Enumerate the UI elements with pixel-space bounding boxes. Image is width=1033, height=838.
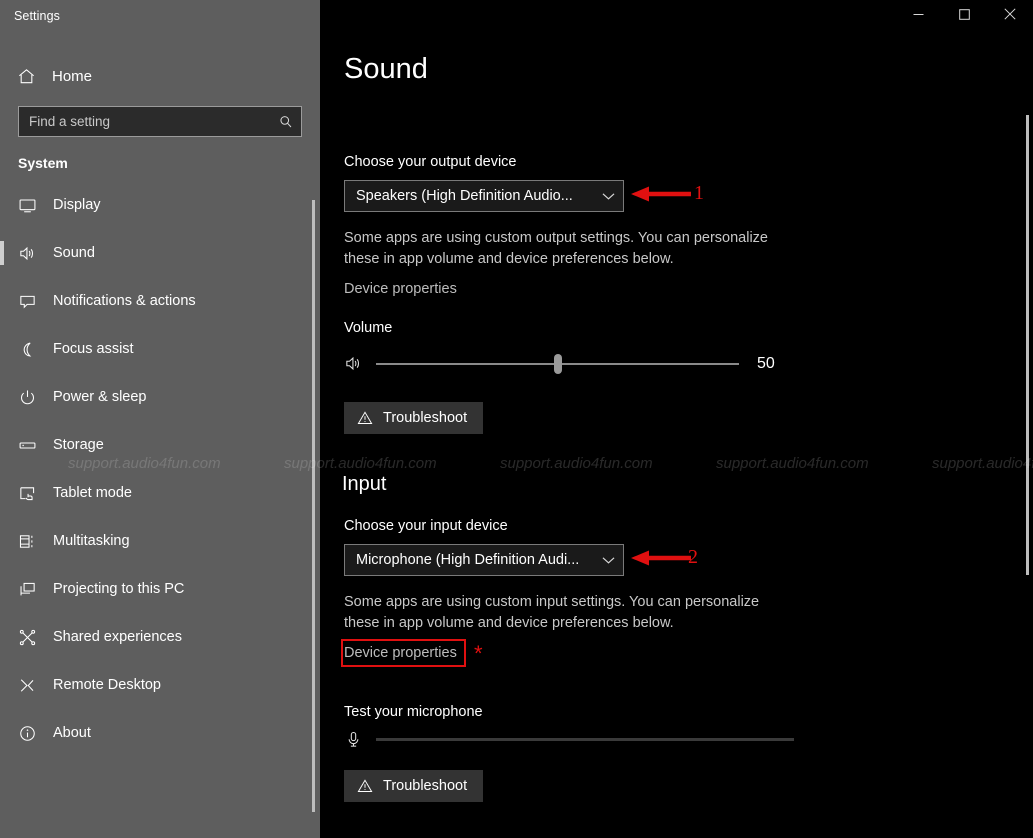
sidebar-item-sound[interactable]: Sound — [0, 229, 320, 277]
output-description: Some apps are using custom output settin… — [344, 230, 768, 267]
sidebar-item-power-sleep[interactable]: Power & sleep — [0, 373, 320, 421]
drive-icon — [18, 436, 44, 455]
sidebar-item-storage-label: Storage — [53, 437, 104, 453]
page-title: Sound — [344, 53, 428, 85]
sidebar-item-focus-assist-label: Focus assist — [53, 341, 134, 357]
sidebar-item-tablet-mode[interactable]: Tablet mode — [0, 469, 320, 517]
sidebar-item-home[interactable]: Home — [0, 56, 320, 96]
titlebar: Settings — [0, 0, 320, 32]
sidebar-item-display-label: Display — [53, 197, 101, 213]
sidebar-item-about[interactable]: About — [0, 709, 320, 757]
sidebar-item-remote-desktop[interactable]: Remote Desktop — [0, 661, 320, 709]
sidebar-item-notifications-label: Notifications & actions — [53, 293, 196, 309]
settings-window: Settings Home System — [0, 0, 1033, 838]
sidebar-item-projecting-label: Projecting to this PC — [53, 581, 185, 597]
sidebar-nav-list: Display Sound Notifications & actions Fo… — [0, 181, 320, 757]
sidebar-item-notifications[interactable]: Notifications & actions — [0, 277, 320, 325]
chat-bubble-icon — [18, 292, 44, 311]
close-button[interactable] — [987, 0, 1033, 32]
search-icon[interactable] — [271, 107, 301, 136]
sidebar-item-projecting[interactable]: Projecting to this PC — [0, 565, 320, 613]
sidebar: Settings Home System — [0, 0, 320, 838]
output-device-value: Speakers (High Definition Audio... — [356, 188, 573, 204]
input-description: Some apps are using custom input setting… — [344, 594, 760, 631]
window-title: Settings — [14, 9, 60, 23]
home-icon — [17, 67, 47, 86]
chevron-down-icon — [602, 192, 615, 201]
output-troubleshoot-button[interactable]: Troubleshoot — [344, 402, 484, 434]
callout-arrow-1 — [630, 186, 692, 207]
volume-slider-row: 50 — [344, 353, 789, 374]
input-device-label: Choose your input device — [344, 518, 508, 534]
sidebar-item-about-label: About — [53, 725, 91, 741]
speaker-icon — [344, 354, 370, 373]
main-content: Sound Choose your output device Speakers… — [320, 0, 1033, 838]
sidebar-item-focus-assist[interactable]: Focus assist — [0, 325, 320, 373]
power-icon — [18, 388, 44, 407]
input-device-value: Microphone (High Definition Audi... — [356, 552, 580, 568]
maximize-button[interactable] — [941, 0, 987, 32]
output-troubleshoot-label: Troubleshoot — [383, 410, 468, 426]
warning-triangle-icon — [357, 778, 373, 794]
moon-icon — [18, 340, 44, 359]
test-microphone-label: Test your microphone — [344, 704, 483, 720]
multitasking-icon — [18, 532, 44, 551]
callout-arrow-2 — [630, 550, 692, 571]
input-device-properties-link[interactable]: Device properties — [344, 645, 457, 661]
sidebar-item-power-sleep-label: Power & sleep — [53, 389, 147, 405]
close-icon — [1004, 7, 1016, 25]
minimize-button[interactable] — [895, 0, 941, 32]
sidebar-item-multitasking-label: Multitasking — [53, 533, 130, 549]
callout-number-2: 2 — [688, 546, 698, 568]
microphone-icon — [344, 730, 370, 749]
sidebar-section-label: System — [18, 155, 68, 171]
sidebar-item-storage[interactable]: Storage — [0, 421, 320, 469]
share-nodes-icon — [18, 628, 44, 647]
chevron-down-icon — [602, 556, 615, 565]
input-troubleshoot-label: Troubleshoot — [383, 778, 468, 794]
sidebar-scrollbar-thumb[interactable] — [312, 200, 315, 812]
monitor-icon — [18, 196, 44, 215]
input-troubleshoot-button[interactable]: Troubleshoot — [344, 770, 484, 802]
maximize-icon — [958, 7, 970, 25]
output-device-dropdown[interactable]: Speakers (High Definition Audio... — [344, 180, 624, 212]
projecting-icon — [18, 580, 44, 599]
output-device-properties-link[interactable]: Device properties — [344, 281, 457, 297]
minimize-icon — [913, 7, 924, 25]
warning-triangle-icon — [357, 410, 373, 426]
sidebar-item-multitasking[interactable]: Multitasking — [0, 517, 320, 565]
volume-slider-thumb[interactable] — [553, 353, 562, 374]
search-input[interactable] — [19, 114, 271, 129]
info-icon — [18, 724, 44, 743]
sidebar-item-tablet-mode-label: Tablet mode — [53, 485, 132, 501]
window-controls — [895, 0, 1033, 32]
speaker-icon — [18, 244, 44, 263]
sidebar-item-home-label: Home — [52, 67, 93, 85]
tablet-hand-icon — [18, 484, 44, 503]
volume-value: 50 — [757, 354, 775, 372]
sidebar-item-display[interactable]: Display — [0, 181, 320, 229]
search-box[interactable] — [18, 106, 302, 137]
highlight-asterisk: * — [474, 641, 483, 666]
volume-slider[interactable] — [376, 353, 739, 374]
sidebar-item-shared-experiences[interactable]: Shared experiences — [0, 613, 320, 661]
sidebar-item-remote-desktop-label: Remote Desktop — [53, 677, 161, 693]
callout-number-1: 1 — [694, 182, 704, 204]
sidebar-item-shared-experiences-label: Shared experiences — [53, 629, 182, 645]
microphone-level-meter — [376, 738, 794, 741]
microphone-test-row — [344, 730, 794, 749]
output-device-label: Choose your output device — [344, 154, 517, 170]
sidebar-item-sound-label: Sound — [53, 245, 95, 261]
input-device-dropdown[interactable]: Microphone (High Definition Audi... — [344, 544, 624, 576]
remote-desktop-icon — [18, 676, 44, 695]
main-scrollbar-thumb[interactable] — [1026, 115, 1029, 575]
input-section-heading: Input — [342, 473, 387, 495]
volume-label: Volume — [344, 320, 393, 336]
